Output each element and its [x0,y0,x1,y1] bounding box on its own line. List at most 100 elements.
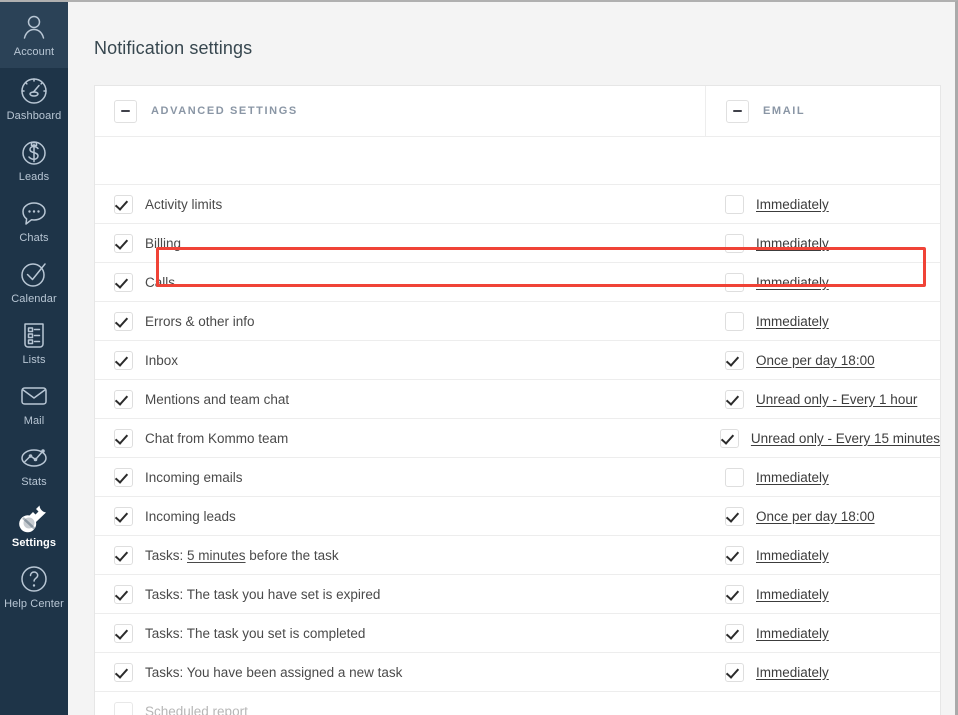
email-schedule-link[interactable]: Immediately [756,626,829,641]
email-schedule-link[interactable]: Once per day 18:00 [756,353,875,368]
row-label: Incoming emails [145,469,243,485]
table-header-row: ADVANCED SETTINGS EMAIL [95,86,940,137]
chat-icon [17,196,51,230]
email-schedule-link[interactable]: Immediately [756,314,829,329]
header-cell-advanced: ADVANCED SETTINGS [95,86,705,136]
sidebar-item-account[interactable]: Account [0,2,68,68]
row-label: Billing [145,235,182,251]
list-icon [17,318,51,352]
email-checkbox[interactable] [719,428,739,448]
email-schedule-link[interactable]: Immediately [756,470,829,485]
row-checkbox[interactable] [114,584,133,604]
table-row: Tasks: The task you have set is expired I… [95,575,940,614]
sidebar-item-stats[interactable]: Stats [0,434,68,495]
header-label-advanced: ADVANCED SETTINGS [151,105,298,117]
sidebar-item-label: Calendar [11,293,57,305]
row-cell-email: Once per day 18:00 [705,341,940,379]
table-row: Incoming emails Immediately [95,458,940,497]
row-checkbox[interactable] [114,662,133,682]
table-row: Billing Immediately [95,224,940,263]
row-label-link[interactable]: 5 minutes [187,548,246,563]
email-checkbox[interactable] [725,662,744,682]
table-row: Tasks: The task you set is completed Imme… [95,614,940,653]
sidebar-item-help-center[interactable]: Help Center [0,556,68,617]
row-cell-setting: Chat from Kommo team [95,419,700,457]
sidebar-item-chats[interactable]: Chats [0,190,68,251]
email-checkbox[interactable] [725,545,744,565]
email-schedule-link[interactable]: Unread only - Every 1 hour [756,392,917,407]
row-checkbox[interactable] [114,350,133,370]
row-checkbox[interactable] [114,233,133,253]
sidebar-item-label: Chats [19,232,49,244]
email-checkbox[interactable] [725,584,744,604]
row-checkbox[interactable] [114,623,133,643]
sidebar-item-dashboard[interactable]: Dashboard [0,68,68,129]
table-row: Tasks: 5 minutes before the task Immediat… [95,536,940,575]
row-cell-setting: Scheduled report [95,692,705,715]
email-checkbox[interactable] [725,506,744,526]
row-cell-setting: Errors & other info [95,302,705,340]
sidebar-item-calendar[interactable]: Calendar [0,251,68,312]
email-schedule-link[interactable]: Immediately [756,275,829,290]
email-checkbox[interactable] [725,233,744,253]
row-cell-setting: Activity limits [95,185,705,223]
row-checkbox[interactable] [114,311,133,331]
table-row: Tasks: You have been assigned a new task… [95,653,940,692]
app-window: Account Dashboard Leads Chats Calendar Lists M… [0,0,958,715]
sidebar-item-label: Dashboard [6,110,62,122]
sidebar-item-lists[interactable]: Lists [0,312,68,373]
sidebar-item-label: Help Center [4,598,64,610]
collapse-email-button[interactable] [726,99,749,123]
row-cell-setting: Mentions and team chat [95,380,705,418]
row-label: Tasks: The task you set is completed [145,625,366,641]
table-row: Inbox Once per day 18:00 [95,341,940,380]
row-cell-email: Immediately [705,614,940,652]
email-checkbox[interactable] [725,272,744,292]
email-checkbox[interactable] [725,389,744,409]
row-checkbox[interactable] [114,272,133,292]
sidebar-item-mail[interactable]: Mail [0,373,68,434]
header-label-email: EMAIL [763,105,806,117]
settings-rows: Activity limits Immediately Billing Immedi… [95,185,940,715]
email-schedule-link[interactable]: Immediately [756,665,829,680]
email-schedule-link[interactable]: Unread only - Every 15 minutes [751,431,940,446]
row-cell-setting: Tasks: 5 minutes before the task [95,536,705,574]
sidebar-item-leads[interactable]: Leads [0,129,68,190]
minus-icon [121,110,130,112]
header-cell-email: EMAIL [705,86,940,136]
row-label: Calls [145,274,176,290]
email-checkbox[interactable] [725,623,744,643]
envelope-icon [17,379,51,413]
row-label: Activity limits [145,196,223,212]
email-schedule-link[interactable]: Immediately [756,236,829,251]
table-row: Scheduled report [95,692,940,715]
row-cell-email: Immediately [705,653,940,691]
row-cell-setting: Tasks: You have been assigned a new task [95,653,705,691]
table-row: Activity limits Immediately [95,185,940,224]
email-schedule-link[interactable]: Immediately [756,587,829,602]
collapse-advanced-button[interactable] [114,99,137,123]
row-cell-setting: Incoming emails [95,458,705,496]
email-checkbox[interactable] [725,194,744,214]
email-schedule-link[interactable]: Once per day 18:00 [756,509,875,524]
row-checkbox[interactable] [114,467,133,487]
sidebar-item-label: Stats [21,476,47,488]
row-label: Errors & other info [145,313,255,329]
row-cell-email: Unread only - Every 1 hour [705,380,940,418]
email-checkbox[interactable] [725,311,744,331]
sidebar-item-label: Settings [11,537,57,549]
question-icon [17,562,51,596]
row-checkbox[interactable] [114,428,133,448]
table-row: Incoming leads Once per day 18:00 [95,497,940,536]
email-schedule-link[interactable]: Immediately [756,548,829,563]
row-checkbox[interactable] [114,545,133,565]
sidebar-item-settings[interactable]: Settings [0,495,68,556]
page-title: Notification settings [94,38,253,58]
row-checkbox[interactable] [114,389,133,409]
email-schedule-link[interactable]: Immediately [756,197,829,212]
row-checkbox[interactable] [114,194,133,214]
row-label: Mentions and team chat [145,391,290,407]
email-checkbox[interactable] [725,350,744,370]
row-checkbox[interactable] [114,506,133,526]
email-checkbox[interactable] [725,467,744,487]
